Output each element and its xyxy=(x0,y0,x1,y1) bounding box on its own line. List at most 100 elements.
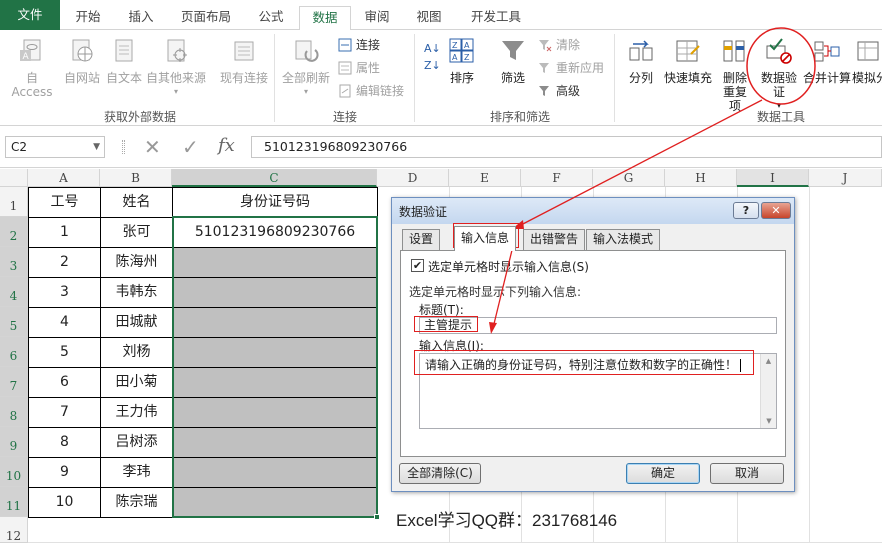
scroll-down-icon[interactable]: ▼ xyxy=(761,414,777,428)
confirm-entry-icon[interactable]: ✓ xyxy=(182,135,199,159)
from-other-sources-button[interactable]: 自其他来源 ▾ xyxy=(144,38,208,99)
table-cell-name[interactable]: 陈宗瑞 xyxy=(101,488,173,518)
filter-button[interactable]: 筛选 xyxy=(494,38,532,85)
fill-handle[interactable] xyxy=(374,514,380,520)
name-box[interactable]: C2 ▼ xyxy=(5,136,105,158)
formula-input[interactable]: 510123196809230766 xyxy=(251,136,882,158)
refresh-all-button[interactable]: 全部刷新 ▾ xyxy=(278,38,334,99)
title-input[interactable]: 主管提示 xyxy=(419,317,777,334)
column-header-i[interactable]: I xyxy=(737,169,809,187)
insert-function-icon[interactable]: fx xyxy=(218,135,235,156)
help-button[interactable]: ? xyxy=(733,202,759,219)
table-cell-id[interactable]: 5 xyxy=(29,338,101,368)
table-cell-name[interactable]: 田城献 xyxy=(101,308,173,338)
row-header-2[interactable]: 2 xyxy=(0,217,28,247)
column-header-g[interactable]: G xyxy=(593,169,665,187)
column-header-a[interactable]: A xyxy=(28,169,100,187)
sort-button[interactable]: ZAAZ 排序 xyxy=(444,38,480,85)
tab-ime-mode[interactable]: 输入法模式 xyxy=(586,229,661,250)
row-header-8[interactable]: 8 xyxy=(0,397,28,427)
cancel-entry-icon[interactable]: ✕ xyxy=(144,135,161,159)
table-cell-name[interactable]: 吕树添 xyxy=(101,428,173,458)
table-cell-id[interactable]: 3 xyxy=(29,278,101,308)
sort-az-icon[interactable]: A↓ Z↓ xyxy=(424,40,441,74)
tab-data[interactable]: 数据 xyxy=(299,6,351,31)
ok-button[interactable]: 确定 xyxy=(626,463,700,484)
properties-button[interactable]: 属性 xyxy=(336,59,380,77)
table-cell-id[interactable]: 8 xyxy=(29,428,101,458)
formula-bar-grip[interactable] xyxy=(122,140,125,154)
row-header-12[interactable]: 12 xyxy=(0,517,28,543)
from-text-button[interactable]: 自文本 xyxy=(102,38,146,85)
tab-home[interactable]: 开始 xyxy=(62,6,114,30)
header-cell-name[interactable]: 姓名 xyxy=(101,188,173,218)
column-header-c[interactable]: C xyxy=(172,169,377,187)
row-header-1[interactable]: 1 xyxy=(0,187,28,217)
table-cell-id[interactable]: 6 xyxy=(29,368,101,398)
table-cell-name[interactable]: 张可 xyxy=(101,218,173,248)
tab-review[interactable]: 审阅 xyxy=(352,6,402,30)
tab-error-alert[interactable]: 出错警告 xyxy=(523,229,586,250)
column-header-b[interactable]: B xyxy=(100,169,172,187)
tab-developer[interactable]: 开发工具 xyxy=(458,6,534,30)
flash-fill-button[interactable]: 快速填充 xyxy=(662,38,714,85)
tab-file[interactable]: 文件 xyxy=(0,0,60,30)
from-access-button[interactable]: A 自 Access xyxy=(4,38,60,99)
row-header-3[interactable]: 3 xyxy=(0,247,28,277)
tab-view[interactable]: 视图 xyxy=(404,6,454,30)
reapply-button[interactable]: 重新应用 xyxy=(536,59,604,77)
column-header-h[interactable]: H xyxy=(665,169,737,187)
row-header-6[interactable]: 6 xyxy=(0,337,28,367)
existing-connections-button[interactable]: 现有连接 xyxy=(216,38,272,85)
scroll-up-icon[interactable]: ▲ xyxy=(761,354,776,368)
table-cell-id[interactable]: 1 xyxy=(29,218,101,248)
table-cell-id[interactable]: 4 xyxy=(29,308,101,338)
table-cell-name[interactable]: 陈海州 xyxy=(101,248,173,278)
close-button[interactable]: ✕ xyxy=(761,202,791,219)
data-validation-button[interactable]: 数据验证 ▾ xyxy=(756,38,802,113)
consolidate-button[interactable]: 合并计算 xyxy=(802,38,852,85)
table-cell-name[interactable]: 刘杨 xyxy=(101,338,173,368)
table-cell-id[interactable]: 7 xyxy=(29,398,101,428)
tab-page-layout[interactable]: 页面布局 xyxy=(168,6,244,30)
column-header-j[interactable]: J xyxy=(809,169,882,187)
table-cell-id[interactable]: 9 xyxy=(29,458,101,488)
advanced-filter-button[interactable]: 高级 xyxy=(536,82,580,100)
row-header-4[interactable]: 4 xyxy=(0,277,28,307)
title-field-label: 标题(T): xyxy=(419,303,464,317)
text-to-columns-button[interactable]: 分列 xyxy=(622,38,660,85)
tab-insert[interactable]: 插入 xyxy=(116,6,166,30)
table-cell-name[interactable]: 田小菊 xyxy=(101,368,173,398)
table-cell-id[interactable]: 10 xyxy=(29,488,101,518)
tab-input-message[interactable]: 输入信息 xyxy=(454,226,517,251)
tab-settings[interactable]: 设置 xyxy=(402,229,441,250)
row-header-5[interactable]: 5 xyxy=(0,307,28,337)
row-header-11[interactable]: 11 xyxy=(0,487,28,517)
cancel-button[interactable]: 取消 xyxy=(710,463,784,484)
remove-duplicates-button[interactable]: 删除重复项 xyxy=(716,38,754,113)
table-cell-id[interactable]: 2 xyxy=(29,248,101,278)
dialog-titlebar[interactable]: 数据验证 ? ✕ xyxy=(392,198,794,224)
clear-filter-button[interactable]: 清除 xyxy=(536,36,580,54)
what-if-button[interactable]: 模拟分 xyxy=(852,38,882,85)
message-textarea[interactable]: 请输入正确的身份证号码，特别注意位数和数字的正确性！ ▲ ▼ xyxy=(419,353,777,429)
clear-all-button[interactable]: 全部清除(C) xyxy=(399,463,481,484)
row-header-10[interactable]: 10 xyxy=(0,457,28,487)
column-header-e[interactable]: E xyxy=(449,169,521,187)
header-cell-idno[interactable]: 身份证号码 xyxy=(173,188,378,218)
header-cell-id[interactable]: 工号 xyxy=(29,188,101,218)
table-cell-name[interactable]: 王力伟 xyxy=(101,398,173,428)
select-all-corner[interactable] xyxy=(0,169,28,187)
table-cell-name[interactable]: 李玮 xyxy=(101,458,173,488)
edit-links-button[interactable]: 编辑链接 xyxy=(336,82,404,100)
show-message-checkbox[interactable]: ✔ xyxy=(411,259,424,272)
from-web-button[interactable]: 自网站 xyxy=(60,38,104,85)
message-scrollbar[interactable]: ▲ ▼ xyxy=(760,354,776,428)
tab-formulas[interactable]: 公式 xyxy=(246,6,296,30)
row-header-9[interactable]: 9 xyxy=(0,427,28,457)
connections-button[interactable]: 连接 xyxy=(336,36,380,54)
row-header-7[interactable]: 7 xyxy=(0,367,28,397)
column-header-d[interactable]: D xyxy=(377,169,449,187)
table-cell-name[interactable]: 韦韩东 xyxy=(101,278,173,308)
column-header-f[interactable]: F xyxy=(521,169,593,187)
